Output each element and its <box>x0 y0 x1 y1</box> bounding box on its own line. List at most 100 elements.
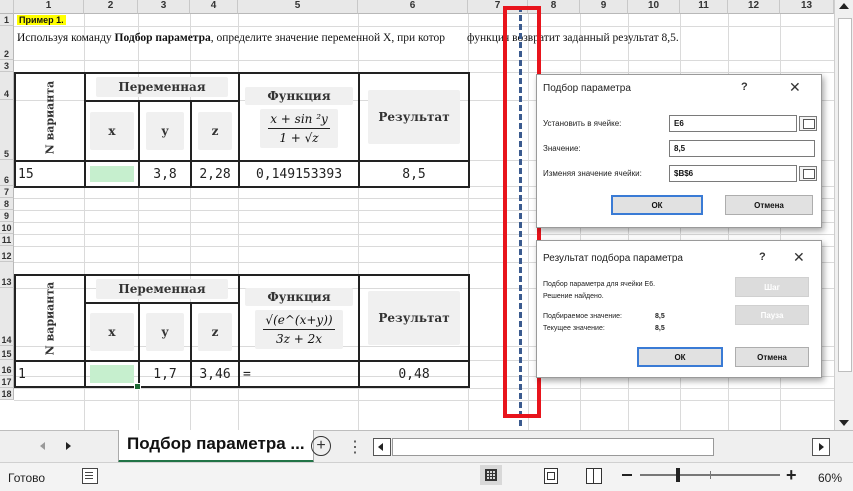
column-header[interactable]: 3 <box>138 0 190 14</box>
page-break-icon[interactable] <box>586 468 602 484</box>
horizontal-scrollbar[interactable] <box>392 438 714 456</box>
set-cell-range-icon[interactable] <box>799 116 817 131</box>
row-header[interactable]: 5 <box>0 100 14 160</box>
zoom-out-icon[interactable] <box>622 474 632 476</box>
t2-col-y-label: y <box>145 313 185 351</box>
column-header[interactable]: 11 <box>680 0 728 14</box>
scroll-down-icon[interactable] <box>839 420 849 426</box>
column-header[interactable]: 1 <box>14 0 84 14</box>
row-header[interactable]: 9 <box>0 210 14 222</box>
t2-y-value[interactable]: 1,7 <box>138 360 192 388</box>
column-header[interactable]: 2 <box>84 0 138 14</box>
row-header[interactable]: 13 <box>0 262 14 288</box>
t1-result-value[interactable]: 8,5 <box>358 160 470 188</box>
t1-x-value[interactable] <box>84 160 140 188</box>
instruction-text: Используя команду Подбор параметра, опре… <box>17 32 817 44</box>
fill-handle[interactable] <box>134 383 141 390</box>
t1-function-header: Функция x + sin ²y 1 + √z <box>238 72 360 162</box>
t1-formula: x + sin ²y 1 + √z <box>260 108 338 148</box>
goal-seek-help-button[interactable]: ? <box>741 81 748 93</box>
t2-z-value[interactable]: 3,46 <box>190 360 240 388</box>
goal-seek-cancel-button[interactable]: Отмена <box>725 195 813 215</box>
scroll-thumb[interactable] <box>838 18 852 372</box>
hscroll-left-icon[interactable] <box>373 438 391 456</box>
row-header[interactable]: 18 <box>0 388 14 400</box>
step-button[interactable]: Шаг <box>735 277 809 297</box>
value-input[interactable]: 8,5 <box>669 140 815 157</box>
normal-view-icon[interactable] <box>480 465 502 485</box>
row-header[interactable]: 11 <box>0 234 14 246</box>
row-header[interactable]: 15 <box>0 346 14 360</box>
pause-button[interactable]: Пауза <box>735 305 809 325</box>
row-header[interactable]: 3 <box>0 60 14 72</box>
row-header[interactable]: 14 <box>0 288 14 346</box>
tab-scroll-right-icon[interactable] <box>66 442 71 450</box>
column-header[interactable]: 9 <box>580 0 628 14</box>
row-header[interactable]: 17 <box>0 376 14 388</box>
worksheet[interactable]: 1 2 3 4 5 6 7 8 9 10 11 12 13 1 2 3 4 5 … <box>0 0 853 430</box>
status-ok-button[interactable]: ОК <box>637 347 723 367</box>
t2-col-x: x <box>84 302 140 362</box>
t1-x-input-fill[interactable] <box>90 166 134 182</box>
status-help-button[interactable]: ? <box>759 251 766 263</box>
t2-variant-value[interactable]: 1 <box>14 360 86 388</box>
t2-formula: √(e^(x+y)) 3z + 2x <box>255 309 343 349</box>
goal-seek-close-icon[interactable]: ✕ <box>789 79 801 96</box>
t1-z-value[interactable]: 2,28 <box>190 160 240 188</box>
zoom-slider[interactable] <box>640 468 780 482</box>
set-cell-input[interactable]: E6 <box>669 115 797 132</box>
zoom-slider-thumb[interactable] <box>676 468 680 482</box>
t1-variable-header-label: Переменная <box>96 77 228 97</box>
vertical-scrollbar[interactable] <box>834 0 853 430</box>
goal-seek-status-dialog[interactable]: Результат подбора параметра ? ✕ Подбор п… <box>536 240 822 378</box>
column-header[interactable]: 6 <box>358 0 468 14</box>
t1-variant-value[interactable]: 15 <box>14 160 86 188</box>
row-header[interactable]: 10 <box>0 222 14 234</box>
status-cancel-button[interactable]: Отмена <box>735 347 809 367</box>
status-ready: Готово <box>8 471 46 485</box>
row-header[interactable]: 16 <box>0 360 14 376</box>
t1-variable-header: Переменная <box>84 72 240 102</box>
t2-variant-header-label: N варианта <box>43 281 57 355</box>
t2-function-value[interactable]: = <box>238 360 360 388</box>
current-value-label: Текущее значение: <box>543 325 605 332</box>
select-all-corner[interactable] <box>0 0 14 14</box>
changing-cell-range-icon[interactable] <box>799 166 817 181</box>
changing-cell-label: Изменяя значение ячейки: <box>543 169 642 178</box>
scroll-up-icon[interactable] <box>839 3 849 9</box>
t2-result-header: Результат <box>358 274 470 362</box>
goal-seek-dialog[interactable]: Подбор параметра ? ✕ Установить в ячейке… <box>536 74 822 228</box>
t2-result-value[interactable]: 0,48 <box>358 360 470 388</box>
t2-x-value[interactable] <box>84 360 140 388</box>
changing-cell-input[interactable]: $B$6 <box>669 165 797 182</box>
row-header[interactable]: 6 <box>0 160 14 186</box>
column-header[interactable]: 4 <box>190 0 238 14</box>
t1-col-y: y <box>138 100 192 162</box>
status-bar: Готово + 60% <box>0 462 853 491</box>
hscroll-right-icon[interactable] <box>812 438 830 456</box>
row-header[interactable]: 1 <box>0 14 14 26</box>
zoom-level[interactable]: 60% <box>818 471 842 485</box>
add-sheet-icon[interactable]: + <box>311 436 331 456</box>
row-header[interactable]: 2 <box>0 26 14 60</box>
page-layout-icon[interactable] <box>544 468 558 484</box>
tab-active-sheet[interactable]: Подбор параметра ... <box>118 430 314 463</box>
column-header[interactable]: 5 <box>238 0 358 14</box>
goal-seek-ok-button[interactable]: ОК <box>611 195 703 215</box>
t2-x-input-fill[interactable] <box>90 365 134 383</box>
row-header[interactable]: 7 <box>0 186 14 198</box>
zoom-in-icon[interactable]: + <box>786 466 797 484</box>
row-header[interactable]: 8 <box>0 198 14 210</box>
status-close-icon[interactable]: ✕ <box>793 249 805 266</box>
column-header[interactable]: 13 <box>780 0 834 14</box>
tab-scroll-left-icon[interactable] <box>40 442 45 450</box>
t1-col-y-label: y <box>145 112 185 150</box>
t1-y-value[interactable]: 3,8 <box>138 160 192 188</box>
row-header[interactable]: 4 <box>0 72 14 100</box>
t1-function-value[interactable]: 0,149153393 <box>238 160 360 188</box>
more-options-icon[interactable]: ⋮ <box>347 437 363 457</box>
column-header[interactable]: 10 <box>628 0 680 14</box>
macro-record-icon[interactable] <box>82 468 98 484</box>
row-header[interactable]: 12 <box>0 246 14 262</box>
column-header[interactable]: 12 <box>728 0 780 14</box>
